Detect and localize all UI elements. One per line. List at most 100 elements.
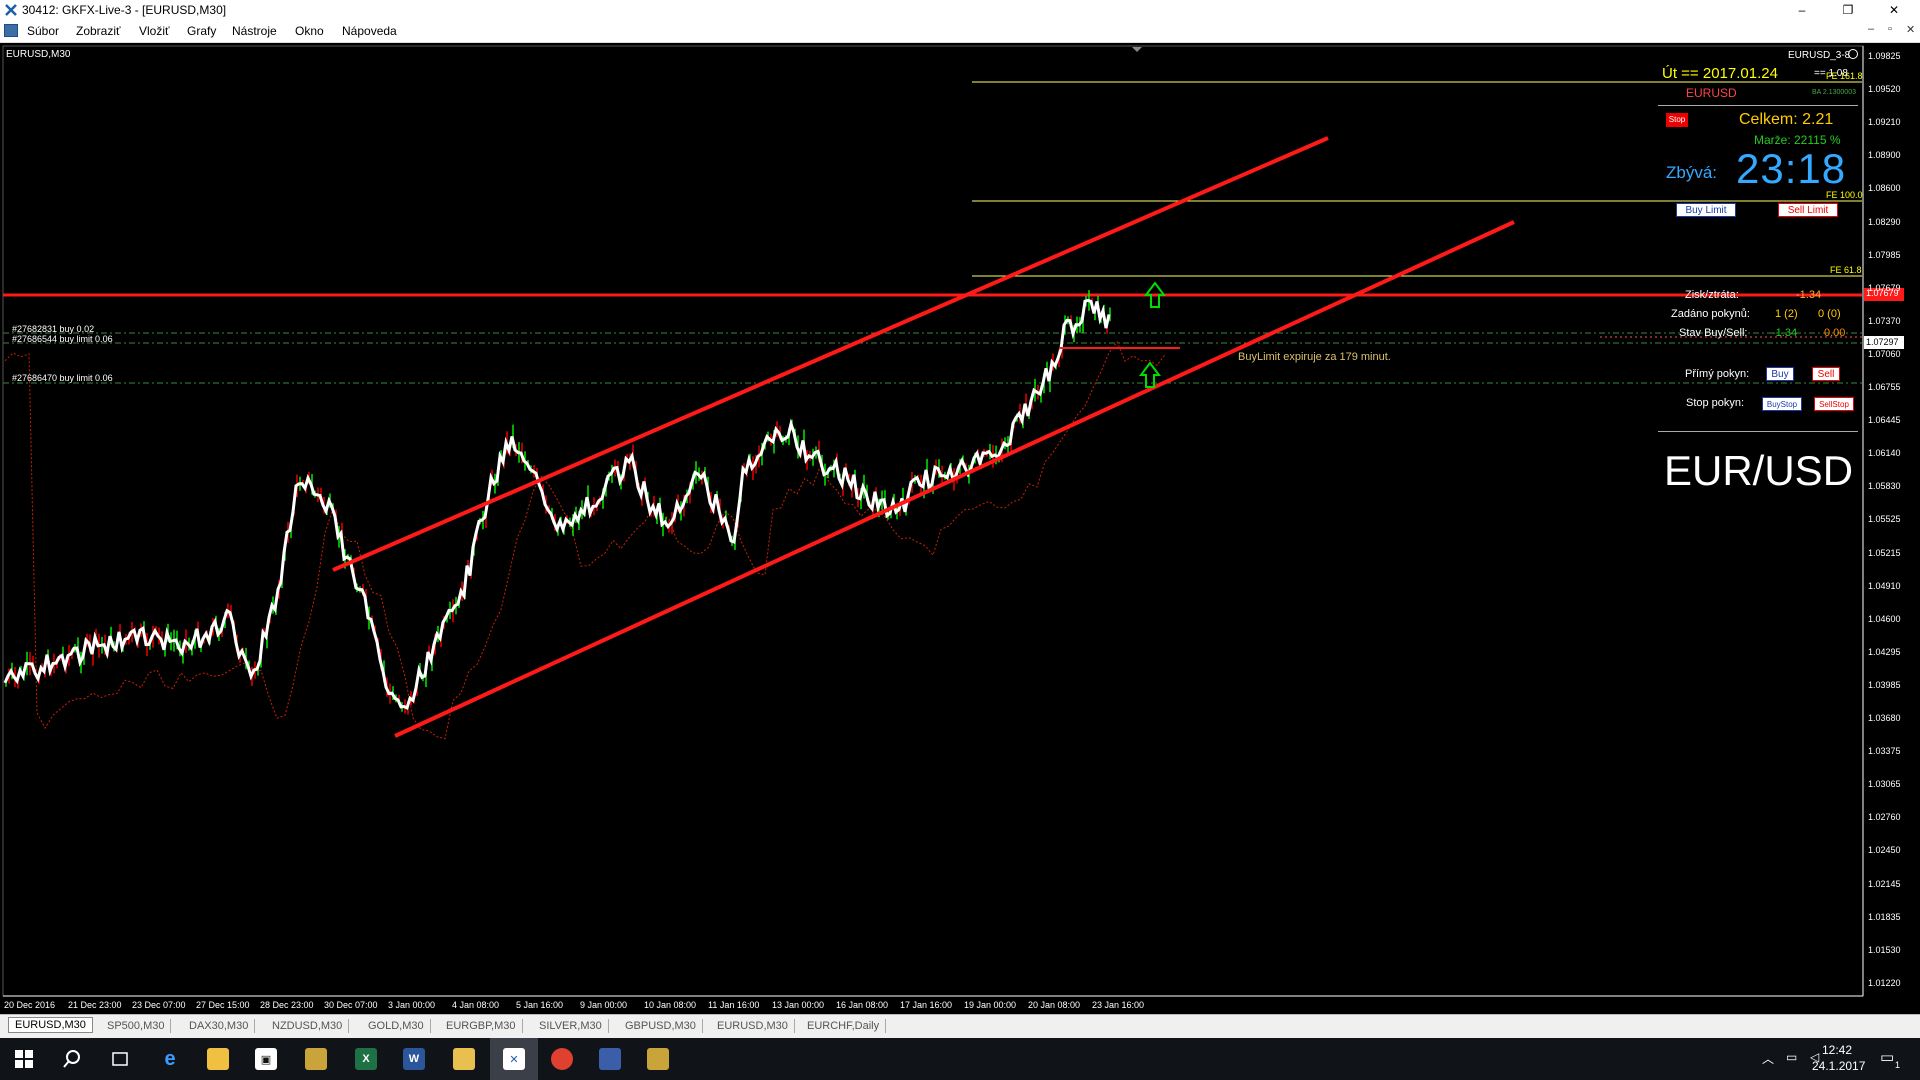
panel-remaining-label: Zbývá: bbox=[1666, 163, 1718, 182]
price-axis-label: 1.01220 bbox=[1868, 977, 1901, 988]
stop-button[interactable]: Stop bbox=[1666, 113, 1688, 127]
time-axis-label: 16 Jan 08:00 bbox=[836, 1000, 889, 1010]
start-button[interactable] bbox=[0, 1038, 48, 1080]
price-axis-label: 1.03375 bbox=[1868, 746, 1901, 757]
app-icon bbox=[599, 1048, 621, 1070]
order-label-3[interactable]: #27686470 buy limit 0.06 bbox=[12, 373, 113, 383]
state-label: Stav Buy/Sell: bbox=[1679, 327, 1748, 339]
tray-chevron-icon[interactable]: ︿ bbox=[1762, 1050, 1774, 1067]
chart-window-icon[interactable] bbox=[4, 24, 18, 37]
menu-help[interactable]: Nápoveda bbox=[342, 24, 397, 38]
menu-insert[interactable]: Vložiť bbox=[139, 24, 170, 38]
tab-silver-m30[interactable]: SILVER,M30 bbox=[533, 1019, 609, 1033]
tab-eurgbp-m30[interactable]: EURGBP,M30 bbox=[440, 1019, 523, 1033]
dotted-line bbox=[4, 340, 1166, 740]
sell-limit-button[interactable]: Sell Limit bbox=[1778, 203, 1838, 217]
menu-bar: Súbor Zobraziť Vložiť Grafy Nástroje Okn… bbox=[0, 20, 1920, 43]
tab-gbpusd-m30[interactable]: GBPUSD,M30 bbox=[619, 1019, 703, 1033]
time-axis-label: 28 Dec 23:00 bbox=[260, 1000, 314, 1010]
price-axis-label: 1.01835 bbox=[1868, 911, 1901, 922]
menu-tools[interactable]: Nástroje bbox=[232, 24, 277, 38]
price-axis-label: 1.08600 bbox=[1868, 183, 1901, 194]
time-axis-label: 11 Jan 16:00 bbox=[708, 1000, 760, 1010]
buy-button[interactable]: Buy bbox=[1766, 367, 1794, 381]
trading-app-icon bbox=[305, 1048, 327, 1070]
buylimit-note: BuyLimit expiruje za 179 minut. bbox=[1238, 351, 1391, 363]
time-axis-label: 13 Jan 00:00 bbox=[772, 1000, 825, 1010]
tab-gold-m30[interactable]: GOLD,M30 bbox=[362, 1019, 431, 1033]
state-buy: -1.34 bbox=[1772, 327, 1798, 339]
search-button[interactable] bbox=[48, 1038, 96, 1080]
taskbar-edge[interactable]: e bbox=[146, 1038, 194, 1080]
channel-upper-line[interactable] bbox=[332, 136, 1329, 572]
network-icon[interactable]: ▭ bbox=[1786, 1050, 1797, 1064]
price-axis-label: 1.06755 bbox=[1868, 382, 1901, 392]
taskbar-app-1[interactable] bbox=[292, 1038, 340, 1080]
tab-eurchf-daily[interactable]: EURCHF,Daily bbox=[801, 1019, 887, 1033]
tab-nzdusd-m30[interactable]: NZDUSD,M30 bbox=[266, 1019, 350, 1033]
task-view-button[interactable] bbox=[96, 1038, 144, 1080]
panel-symbol: EURUSD bbox=[1686, 86, 1737, 100]
panel-code: BA 2.1300003 bbox=[1812, 89, 1856, 96]
order-label-2[interactable]: #27686544 buy limit 0.06 bbox=[12, 334, 113, 344]
taskbar-excel[interactable]: X bbox=[342, 1038, 390, 1080]
order-label-1[interactable]: #27682831 buy 0.02 bbox=[12, 324, 94, 334]
menu-view[interactable]: Zobraziť bbox=[76, 24, 121, 38]
mdi-close-button[interactable]: ✕ bbox=[1906, 23, 1915, 36]
close-button[interactable]: ✕ bbox=[1872, 0, 1916, 20]
tab-eurusd-m30[interactable]: EURUSD,M30 bbox=[8, 1017, 93, 1033]
price-axis-label: 1.05525 bbox=[1868, 514, 1901, 525]
minimize-button[interactable]: – bbox=[1780, 0, 1824, 20]
notification-count: 1 bbox=[1895, 1060, 1901, 1070]
menu-window[interactable]: Okno bbox=[295, 24, 324, 38]
price-axis-label: 1.07060 bbox=[1868, 348, 1901, 359]
menu-file[interactable]: Súbor bbox=[27, 24, 59, 38]
mdi-restore-button[interactable]: ▫ bbox=[1888, 23, 1892, 35]
scroll-handle-icon[interactable] bbox=[1132, 47, 1142, 52]
clock-time[interactable]: 12:42 bbox=[1822, 1043, 1852, 1057]
candles bbox=[5, 290, 1111, 715]
tab-sp500-m30[interactable]: SP500,M30 bbox=[101, 1019, 172, 1033]
taskbar: e ▣ X W ✕ ︿ ▭ ◁ 12:42 24.1.2017 ▭ 1 bbox=[0, 1038, 1920, 1080]
taskbar-app-3[interactable] bbox=[634, 1038, 682, 1080]
sell-button[interactable]: Sell bbox=[1812, 367, 1840, 381]
menu-charts[interactable]: Grafy bbox=[187, 24, 216, 38]
price-axis-label: 1.09520 bbox=[1868, 84, 1901, 95]
pnl-value: -1.34 bbox=[1796, 289, 1822, 301]
buystop-button[interactable]: BuyStop bbox=[1762, 397, 1802, 411]
taskbar-app-2[interactable] bbox=[586, 1038, 634, 1080]
notification-icon[interactable]: ▭ bbox=[1880, 1048, 1894, 1066]
taskbar-metatrader[interactable]: ✕ bbox=[490, 1038, 538, 1080]
stop-order-label: Stop pokyn: bbox=[1686, 397, 1745, 409]
taskbar-explorer[interactable] bbox=[194, 1038, 242, 1080]
chrome-icon bbox=[551, 1048, 573, 1070]
tab-eurusd-m30-2[interactable]: EURUSD,M30 bbox=[711, 1019, 795, 1033]
price-axis-label: 1.06445 bbox=[1868, 415, 1901, 426]
time-axis-label: 27 Dec 15:00 bbox=[196, 1000, 250, 1010]
word-icon: W bbox=[403, 1048, 425, 1070]
orders-buy: 1 (2) bbox=[1775, 308, 1798, 320]
price-chart[interactable] bbox=[0, 43, 1920, 1014]
info-panel: Út == 2017.01.24 == 1.08 EURUSD BA 2.130… bbox=[1650, 43, 1890, 494]
sellstop-button[interactable]: SellStop bbox=[1814, 397, 1854, 411]
tab-dax30-m30[interactable]: DAX30,M30 bbox=[183, 1019, 256, 1033]
price-axis-label: 1.09210 bbox=[1868, 117, 1901, 128]
time-axis-label: 23 Jan 16:00 bbox=[1092, 1000, 1145, 1010]
direct-order-label: Přímý pokyn: bbox=[1685, 368, 1750, 380]
mail-icon bbox=[453, 1048, 475, 1070]
price-axis-label: 1.02450 bbox=[1868, 845, 1901, 856]
clock-date[interactable]: 24.1.2017 bbox=[1812, 1059, 1865, 1073]
buy-limit-button[interactable]: Buy Limit bbox=[1676, 203, 1736, 217]
taskbar-mail[interactable] bbox=[440, 1038, 488, 1080]
price-axis-label: 1.06140 bbox=[1868, 448, 1901, 459]
trading-app-icon bbox=[647, 1048, 669, 1070]
taskbar-chrome[interactable] bbox=[538, 1038, 586, 1080]
taskbar-word[interactable]: W bbox=[390, 1038, 438, 1080]
restore-button[interactable]: ❐ bbox=[1826, 0, 1870, 20]
mdi-minimize-button[interactable]: – bbox=[1868, 23, 1874, 35]
time-axis-label: 30 Dec 07:00 bbox=[324, 1000, 378, 1010]
app-icon bbox=[5, 4, 17, 16]
taskbar-store[interactable]: ▣ bbox=[242, 1038, 290, 1080]
chart-canvas[interactable]: EURUSD,M30 EURUSD_3-8 #27682831 buy 0.02… bbox=[0, 43, 1920, 1014]
dotted-indicator bbox=[4, 340, 1166, 740]
